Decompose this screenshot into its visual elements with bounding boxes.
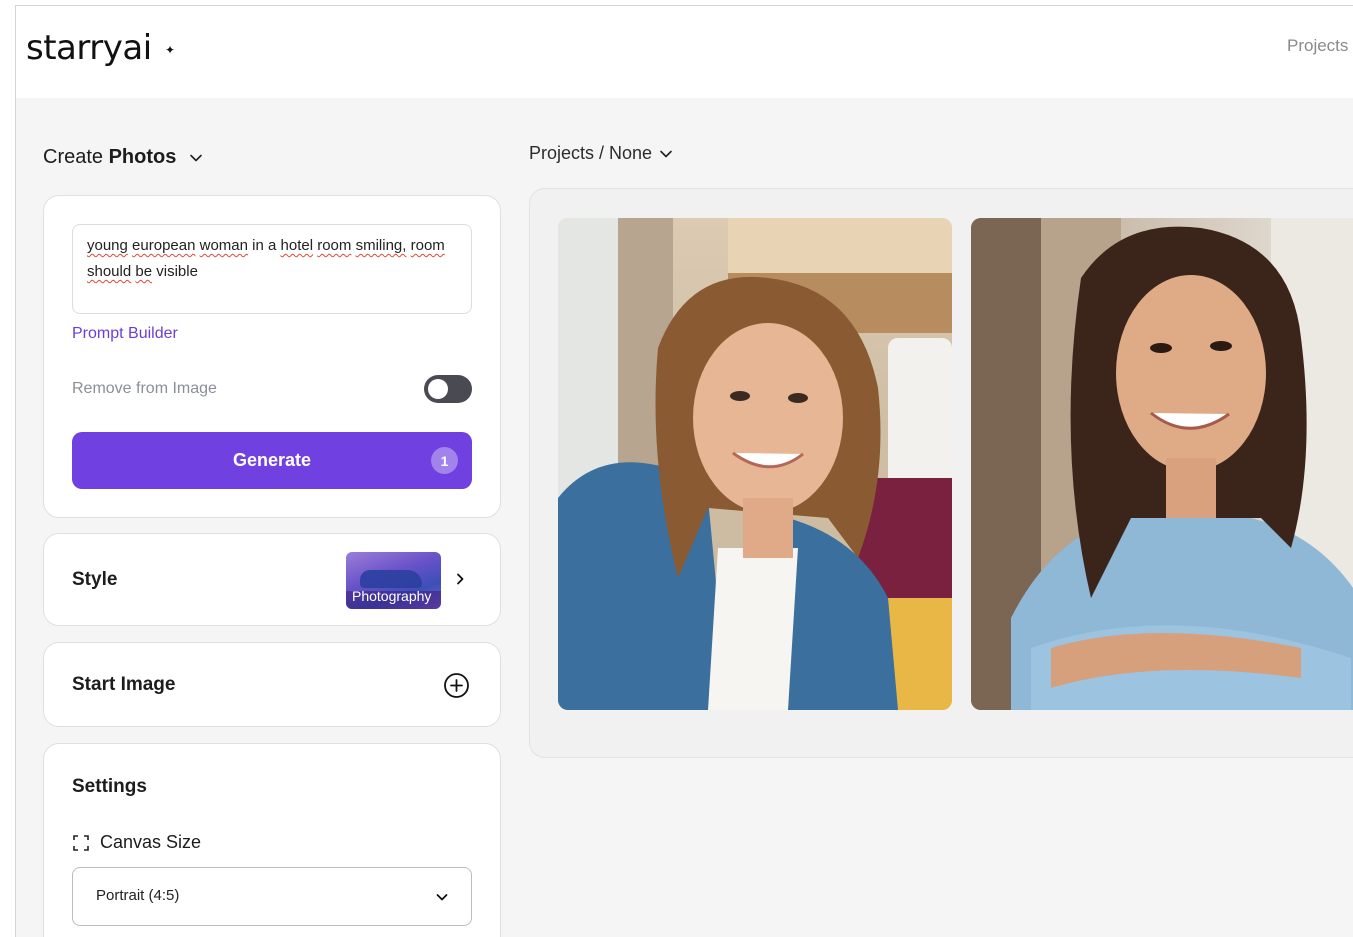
prompt-word-misspelled: young <box>87 237 128 254</box>
style-thumbnail[interactable]: Photography <box>346 552 441 609</box>
prompt-word: visible <box>152 263 198 280</box>
canvas-size-select[interactable]: Portrait (4:5) <box>72 867 472 926</box>
toggle-knob <box>428 379 448 399</box>
prompt-word-misspelled: woman <box>199 237 248 254</box>
top-bar: starryai ✦ Projects <box>16 6 1353 98</box>
expand-icon <box>73 834 89 851</box>
canvas-size-heading: Canvas Size <box>72 832 201 853</box>
prompt-word-misspelled: smiling, <box>355 237 407 254</box>
start-image-label: Start Image <box>72 674 176 695</box>
generated-image-1[interactable] <box>558 218 952 710</box>
prompt-word-misspelled: should <box>87 263 132 280</box>
start-image-card[interactable]: Start Image <box>43 642 501 727</box>
remove-from-image-label: Remove from Image <box>72 380 217 397</box>
style-label: Style <box>72 569 118 590</box>
add-circle-icon[interactable] <box>443 672 470 699</box>
style-selected-label: Photography <box>352 588 432 604</box>
create-mode: Photos <box>108 146 177 168</box>
settings-card: Settings Canvas Size Portrait (4:5) <box>43 743 501 937</box>
prompt-word-misspelled: european <box>132 237 196 254</box>
nav-projects-link[interactable]: Projects <box>1287 36 1348 56</box>
photo-1-illustration <box>558 218 952 710</box>
prompt-word-misspelled: be <box>135 263 153 280</box>
prompt-word-misspelled: hotel <box>280 237 314 254</box>
image-gallery <box>529 188 1353 758</box>
generate-count-badge: 1 <box>431 447 458 474</box>
prompt-builder-link[interactable]: Prompt Builder <box>72 325 178 343</box>
generate-label: Generate <box>232 450 312 470</box>
photo-2-illustration <box>971 218 1353 710</box>
remove-from-image-toggle[interactable] <box>424 375 472 403</box>
app-window: starryai ✦ Projects Create Photos young … <box>15 5 1353 937</box>
thumbnail-car <box>360 570 422 588</box>
logo-star-icon: ✦ <box>165 43 176 57</box>
chevron-down-icon <box>190 154 202 162</box>
settings-label: Settings <box>72 776 147 797</box>
prompt-word: in a <box>247 237 281 254</box>
prompt-card: young european woman in a hotel room smi… <box>43 195 501 518</box>
generate-button[interactable]: Generate 1 <box>72 432 472 489</box>
project-breadcrumb[interactable]: Projects / None <box>529 143 674 164</box>
breadcrumb-text: Projects / None <box>529 143 653 163</box>
canvas-size-label: Canvas Size <box>100 832 202 852</box>
logo[interactable]: starryai <box>26 28 152 68</box>
style-card[interactable]: Style Photography <box>43 533 501 626</box>
generated-image-2[interactable] <box>971 218 1353 710</box>
chevron-down-icon <box>660 150 672 157</box>
prompt-input[interactable]: young european woman in a hotel room smi… <box>72 224 472 314</box>
canvas-size-value: Portrait (4:5) <box>96 887 180 904</box>
prompt-word-misspelled: room <box>317 237 352 254</box>
chevron-right-icon[interactable] <box>453 572 467 586</box>
chevron-down-icon <box>436 894 448 901</box>
create-mode-dropdown[interactable]: Create Photos <box>43 146 204 169</box>
prompt-word-misspelled: room <box>410 237 445 254</box>
create-prefix: Create <box>43 146 104 168</box>
